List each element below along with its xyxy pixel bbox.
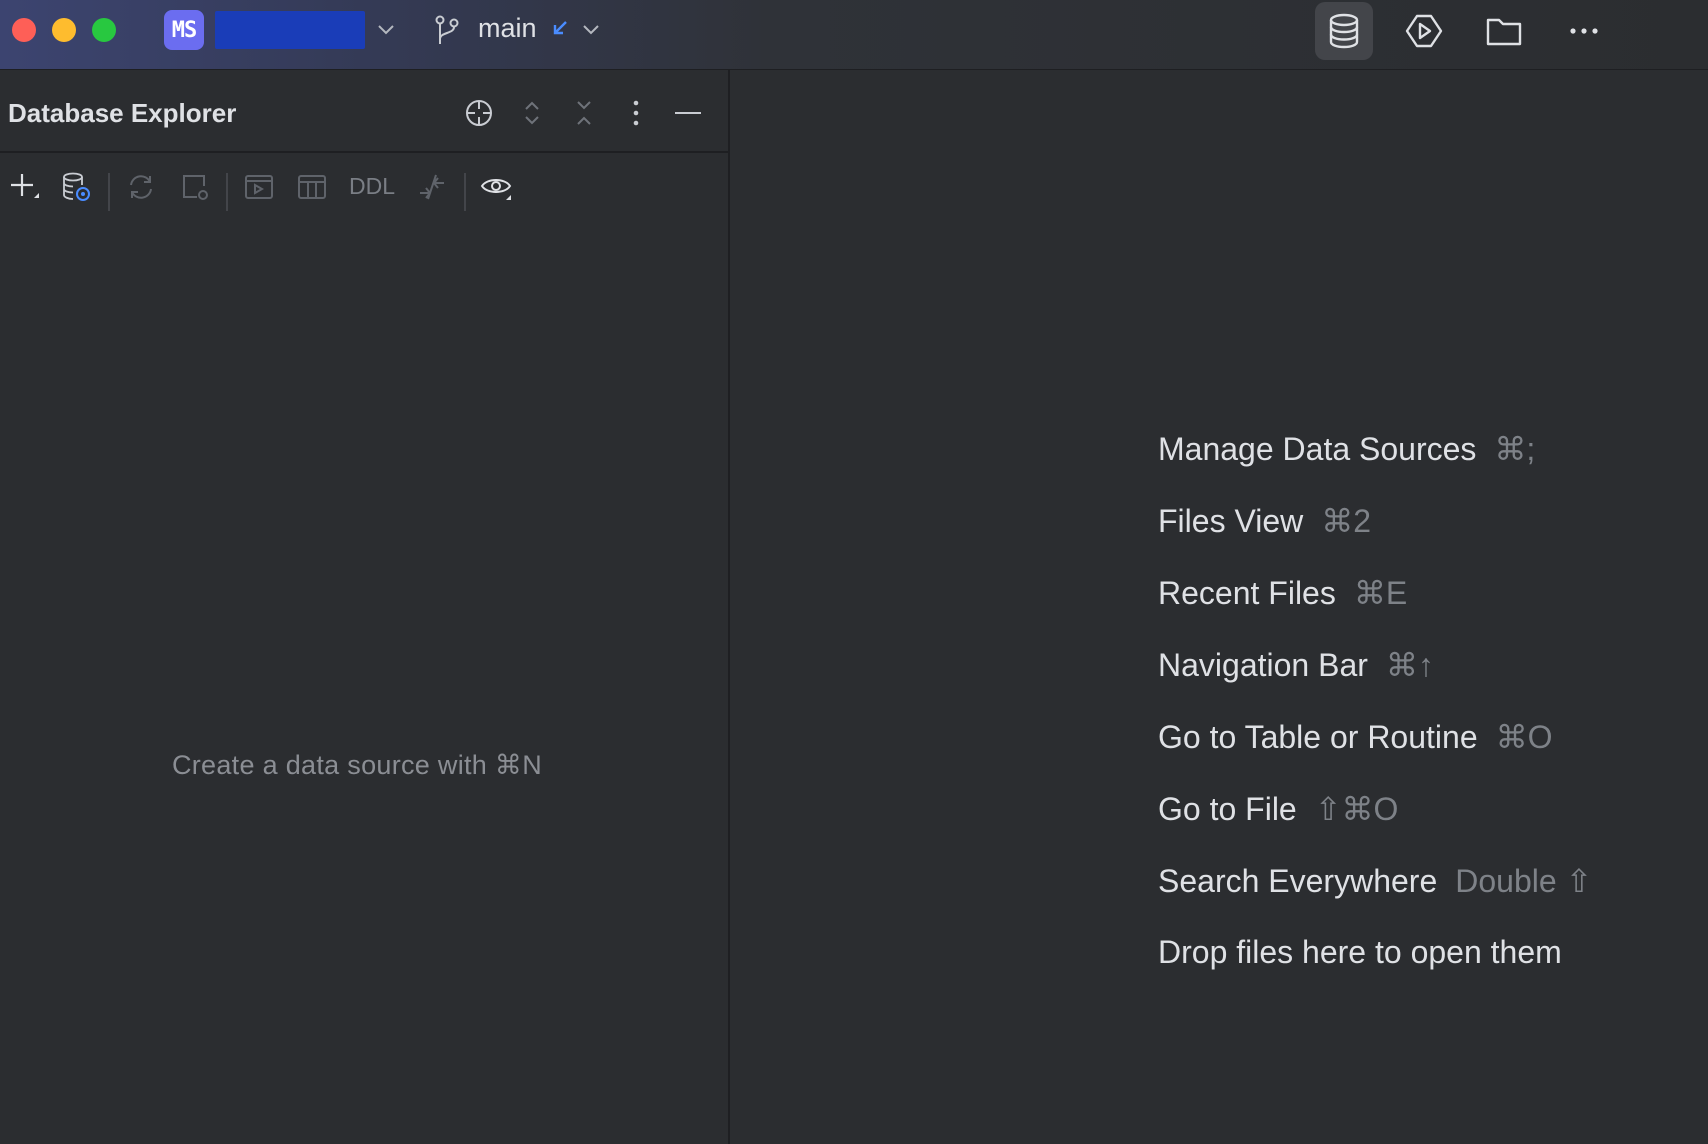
hint-drop-files: Drop files here to open them	[1158, 934, 1562, 971]
chevron-down-icon[interactable]	[580, 18, 602, 40]
panel-title: Database Explorer	[8, 98, 237, 128]
git-branch-icon[interactable]	[432, 14, 462, 48]
ddl-button[interactable]: DDL	[349, 173, 395, 200]
locate-button[interactable]	[462, 96, 496, 130]
chevron-down-icon[interactable]	[375, 18, 397, 40]
data-source-properties-button[interactable]	[58, 169, 94, 205]
close-window-button[interactable]	[12, 18, 36, 42]
project-name-redacted[interactable]	[215, 11, 365, 49]
table-view-button[interactable]	[294, 169, 330, 205]
hint-label: Recent Files	[1158, 575, 1336, 611]
vertical-more-icon	[633, 100, 639, 126]
more-button[interactable]	[1555, 2, 1613, 60]
project-badge[interactable]: MS	[164, 10, 204, 50]
disconnect-button[interactable]	[177, 169, 213, 205]
hint-search-everywhere[interactable]: Search Everywhere Double ⇧	[1158, 862, 1592, 900]
options-button[interactable]	[619, 96, 653, 130]
toolbar-divider	[464, 173, 466, 211]
collapse-all-button[interactable]	[567, 96, 601, 130]
database-explorer-panel: Database Explorer DDL Create a data sour…	[0, 70, 730, 1144]
hint-navigation-bar[interactable]: Navigation Bar ⌘↑	[1158, 646, 1434, 684]
expand-all-button[interactable]	[515, 96, 549, 130]
table-icon	[298, 175, 326, 199]
hint-label: Drop files here to open them	[1158, 934, 1562, 970]
compare-arrows-icon	[420, 174, 444, 200]
hint-shortcut: Double ⇧	[1455, 863, 1593, 899]
hint-label: Manage Data Sources	[1158, 431, 1477, 467]
jump-to-source-button[interactable]	[414, 169, 450, 205]
hint-recent-files[interactable]: Recent Files ⌘E	[1158, 574, 1407, 612]
hint-shortcut: ⌘E	[1353, 575, 1408, 611]
hint-label: Go to Table or Routine	[1158, 719, 1478, 755]
expand-all-icon	[525, 101, 539, 125]
minimize-icon	[675, 112, 701, 114]
hide-panel-button[interactable]	[671, 96, 705, 130]
collapse-all-icon	[577, 101, 591, 125]
run-icon	[1405, 14, 1443, 48]
panel-toolbar: DDL	[0, 153, 728, 221]
database-settings-icon	[63, 172, 90, 201]
zoom-window-button[interactable]	[92, 18, 116, 42]
database-icon	[1329, 13, 1359, 49]
hint-label: Go to File	[1158, 791, 1297, 827]
minimize-window-button[interactable]	[52, 18, 76, 42]
console-icon	[245, 175, 273, 199]
run-button[interactable]	[1395, 2, 1453, 60]
eye-icon	[480, 179, 512, 200]
database-button[interactable]	[1315, 2, 1373, 60]
folder-button[interactable]	[1475, 2, 1533, 60]
hint-label: Navigation Bar	[1158, 647, 1368, 683]
toolbar-divider	[226, 173, 228, 211]
open-console-button[interactable]	[241, 169, 277, 205]
hint-shortcut: ⌘;	[1494, 431, 1536, 467]
incoming-changes-icon[interactable]	[550, 18, 570, 38]
add-button[interactable]	[6, 169, 42, 205]
toolbar-divider	[108, 173, 110, 211]
branch-name[interactable]: main	[478, 13, 537, 44]
hint-shortcut: ⌘O	[1495, 719, 1553, 755]
more-icon	[1570, 28, 1598, 34]
hint-go-to-table-or-routine[interactable]: Go to Table or Routine ⌘O	[1158, 718, 1553, 756]
title-bar: MS main	[0, 0, 1708, 70]
hint-files-view[interactable]: Files View ⌘2	[1158, 502, 1371, 540]
plus-icon	[11, 174, 39, 198]
hint-manage-data-sources[interactable]: Manage Data Sources ⌘;	[1158, 430, 1535, 468]
hint-shortcut: ⇧⌘O	[1314, 791, 1399, 827]
hint-label: Search Everywhere	[1158, 863, 1438, 899]
disconnect-icon	[183, 175, 208, 200]
folder-icon	[1486, 18, 1522, 46]
crosshair-icon	[466, 100, 492, 126]
refresh-icon	[130, 175, 152, 199]
view-options-button[interactable]	[478, 169, 514, 205]
hint-label: Files View	[1158, 503, 1304, 539]
hint-shortcut: ⌘↑	[1385, 647, 1434, 683]
empty-state-hint: Create a data source with ⌘N	[171, 750, 543, 780]
refresh-button[interactable]	[123, 169, 159, 205]
hint-go-to-file[interactable]: Go to File ⇧⌘O	[1158, 790, 1398, 828]
hint-shortcut: ⌘2	[1321, 503, 1372, 539]
panel-header: Database Explorer	[0, 70, 728, 153]
